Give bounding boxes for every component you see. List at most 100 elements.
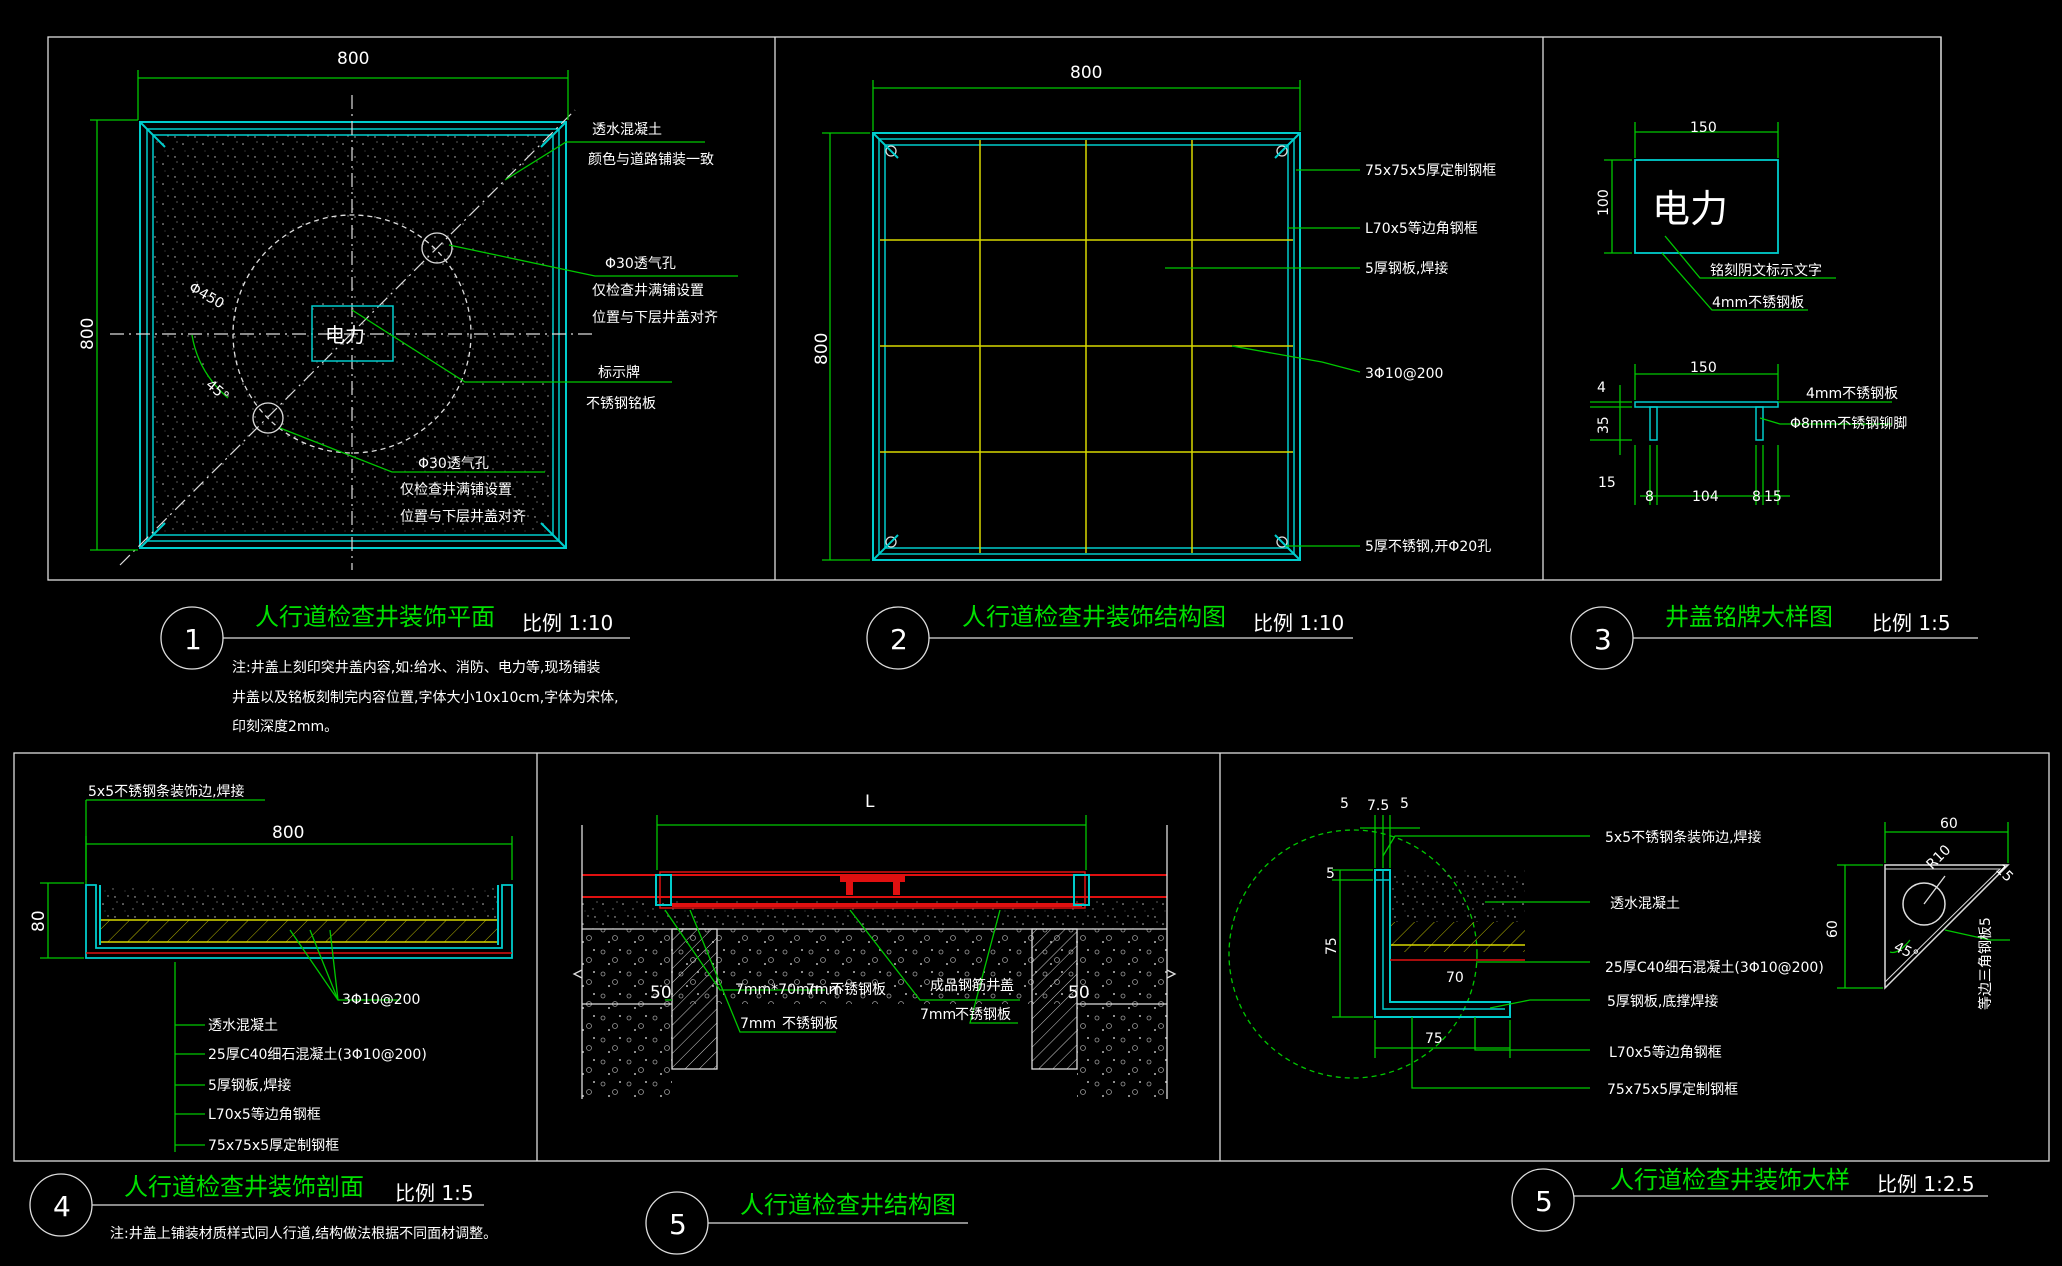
d2-label-3: 3Φ10@200	[1365, 366, 1443, 382]
d1-dim-width: 800	[337, 49, 369, 69]
d1-label-4: 位置与下层井盖对齐	[592, 310, 718, 326]
d5b-dim-top-2: 5	[1400, 796, 1409, 812]
d2-label-4: 5厚不锈钢,开Φ20孔	[1365, 539, 1491, 555]
d2-scale: 比例 1:10	[1253, 611, 1344, 635]
d3-title: 井盖铭牌大样图	[1665, 603, 1833, 631]
d5b-dim-75v: 75	[1324, 937, 1340, 955]
d5b-label-4: L70x5等边角钢框	[1609, 1044, 1722, 1061]
drawing-3-nameplate: 电力 150 100 铭刻阴文标示文字 4mm不锈钢板 150 4 35 15 …	[1590, 120, 1907, 505]
d4-label-4: 75x75x5厚定制钢框	[208, 1138, 339, 1154]
d3-dim-top2: 150	[1690, 360, 1717, 376]
drawing-5a-titleblock: 5 人行道检查井结构图	[645, 1191, 968, 1255]
d2-label-2: 5厚钢板,焊接	[1365, 260, 1448, 277]
d3-dim-bottom-0: 8	[1645, 489, 1654, 505]
d5b-corner-top: 60	[1940, 816, 1958, 832]
d1-note-0: 注:井盖上刻印突井盖内容,如:给水、消防、电力等,现场铺装	[232, 659, 600, 676]
drawing-1-titleblock: 1 人行道检查井装饰平面 比例 1:10 注:井盖上刻印突井盖内容,如:给水、消…	[160, 603, 630, 735]
d1-label-0: 透水混凝土	[592, 122, 662, 138]
d5b-title: 人行道检查井装饰大样	[1610, 1166, 1850, 1194]
drawing-5b-detail: 5 7.5 5 5 75 70 75 5x5不锈钢条装饰边,焊接 透水混凝土 2…	[1228, 796, 2016, 1098]
d4-label-0: 透水混凝土	[208, 1018, 278, 1034]
d5b-corner-angle: 45°	[1891, 939, 1920, 964]
d3-dim-left-1: 35	[1596, 416, 1612, 434]
d5a-label-6: 7mm	[920, 1007, 956, 1023]
d3-scale: 比例 1:5	[1872, 611, 1951, 635]
drawing-4-section: 5x5不锈钢条装饰边,焊接 800 80 3Φ10@200 透水混凝土 25厚C…	[29, 783, 513, 1154]
d5b-dim-top-0: 5	[1340, 796, 1349, 812]
d5b-label-3: 5厚钢板,底撑焊接	[1607, 993, 1718, 1010]
d5b-number: 5	[1535, 1185, 1553, 1218]
drawing-4-titleblock: 4 人行道检查井装饰剖面 比例 1:5 注:井盖上铺装材质样式同人行道,结构做法…	[29, 1173, 497, 1242]
d3-label-2: 4mm不锈钢板	[1806, 386, 1898, 402]
d1-note-1: 井盖以及铭板刻制完内容位置,字体大小10x10cm,字体为宋体,	[232, 689, 619, 706]
d1-sign-text: 电力	[325, 323, 365, 347]
d4-dim-width: 800	[272, 823, 304, 843]
d3-number: 3	[1594, 623, 1612, 656]
d5a-dim-L: L	[865, 792, 875, 812]
d2-title: 人行道检查井装饰结构图	[962, 603, 1226, 631]
d3-dim-top: 150	[1690, 120, 1717, 136]
d2-dim-width: 800	[1070, 63, 1102, 83]
d3-label-1: 4mm不锈钢板	[1712, 295, 1804, 311]
d4-note: 注:井盖上铺装材质样式同人行道,结构做法根据不同面材调整。	[110, 1226, 497, 1242]
d5b-dim-70: 70	[1446, 970, 1464, 986]
d2-label-1: L70x5等边角钢框	[1365, 220, 1478, 237]
d1-title: 人行道检查井装饰平面	[255, 603, 495, 631]
d4-title: 人行道检查井装饰剖面	[124, 1173, 364, 1201]
d5b-corner-r: R10	[1924, 842, 1955, 873]
d5b-dim-top-1: 7.5	[1367, 798, 1389, 814]
d1-label-7: Φ30透气孔	[418, 456, 489, 472]
drawing-2-titleblock: 2 人行道检查井装饰结构图 比例 1:10	[866, 603, 1353, 670]
d1-label-3: 仅检查井满铺设置	[592, 283, 704, 299]
d5b-label-0: 5x5不锈钢条装饰边,焊接	[1605, 829, 1762, 846]
d5a-dim-50a: 50	[650, 983, 672, 1003]
d1-note-2: 印刻深度2mm。	[232, 719, 338, 735]
d5b-corner-note: 等边三角钢板5	[1977, 917, 1994, 1010]
d5b-dim-5: 5	[1326, 866, 1335, 882]
d5a-dim-50b: 50	[1068, 983, 1090, 1003]
d5a-label-7: 不锈钢板	[955, 1007, 1011, 1023]
d3-dim-side: 100	[1596, 189, 1612, 216]
drawing-5b-titleblock: 5 人行道检查井装饰大样 比例 1:2.5	[1511, 1166, 1988, 1232]
drawing-1-plan: 电力 800 800 Φ450 45° 透水混凝土 颜色与道路铺装一致 Φ30透…	[78, 49, 738, 570]
d2-dim-height: 800	[812, 333, 832, 365]
d5b-label-5: 75x75x5厚定制钢框	[1607, 1082, 1738, 1098]
d1-label-5: 标示牌	[598, 364, 640, 381]
d5b-dim-75h: 75	[1425, 1031, 1443, 1047]
d1-label-9: 位置与下层井盖对齐	[400, 509, 526, 525]
d1-label-2: Φ30透气孔	[605, 256, 676, 272]
d5a-label-4: 不锈钢板	[782, 1016, 838, 1032]
d5a-label-2: 不锈钢板	[830, 982, 886, 998]
d1-scale: 比例 1:10	[522, 611, 613, 635]
d2-number: 2	[890, 623, 908, 656]
d4-top-label: 5x5不锈钢条装饰边,焊接	[88, 783, 245, 800]
d5b-scale: 比例 1:2.5	[1877, 1172, 1975, 1196]
d3-dim-bottom-2: 8	[1752, 489, 1761, 505]
d5b-label-1: 透水混凝土	[1610, 896, 1680, 912]
d3-dim-left-0: 4	[1597, 380, 1606, 396]
d3-sign-text: 电力	[1652, 187, 1728, 231]
drawing-2-structure: 800 800 75x75x5厚定制钢框 L70x5等边角钢框 5厚钢板,焊接 …	[812, 63, 1496, 561]
d5b-corner-left: 60	[1825, 920, 1841, 938]
cad-drawing-canvas: 电力 800 800 Φ450 45° 透水混凝土 颜色与道路铺装一致 Φ30透…	[13, 36, 2050, 1255]
d3-label-3: Φ8mm不锈钢铆脚	[1790, 416, 1907, 432]
d1-label-1: 颜色与道路铺装一致	[588, 151, 714, 168]
drawing-5a-structure: L 50 50 7mm*70mm 7mm 不锈钢板 7mm 不锈钢板 成品钢筋井…	[572, 792, 1177, 1099]
d3-dim-bottom-3: 15	[1764, 489, 1782, 505]
d1-number: 1	[184, 623, 202, 656]
d3-dim-bottom-1: 104	[1692, 489, 1719, 505]
d1-label-6: 不锈钢铭板	[586, 396, 656, 412]
d4-number: 4	[53, 1190, 71, 1223]
d4-dim-height: 80	[29, 910, 49, 932]
d3-label-0: 铭刻阴文标示文字	[1710, 263, 1822, 279]
d5a-label-3: 7mm	[740, 1016, 776, 1032]
d1-label-8: 仅检查井满铺设置	[400, 482, 512, 498]
d4-rebar: 3Φ10@200	[342, 992, 420, 1008]
d5a-number: 5	[669, 1208, 687, 1241]
d4-label-3: L70x5等边角钢框	[208, 1106, 321, 1123]
d5a-title: 人行道检查井结构图	[740, 1191, 956, 1219]
d4-scale: 比例 1:5	[395, 1181, 474, 1205]
d1-dim-height: 800	[78, 318, 98, 350]
d4-label-2: 5厚钢板,焊接	[208, 1077, 291, 1094]
d2-label-0: 75x75x5厚定制钢框	[1365, 163, 1496, 179]
